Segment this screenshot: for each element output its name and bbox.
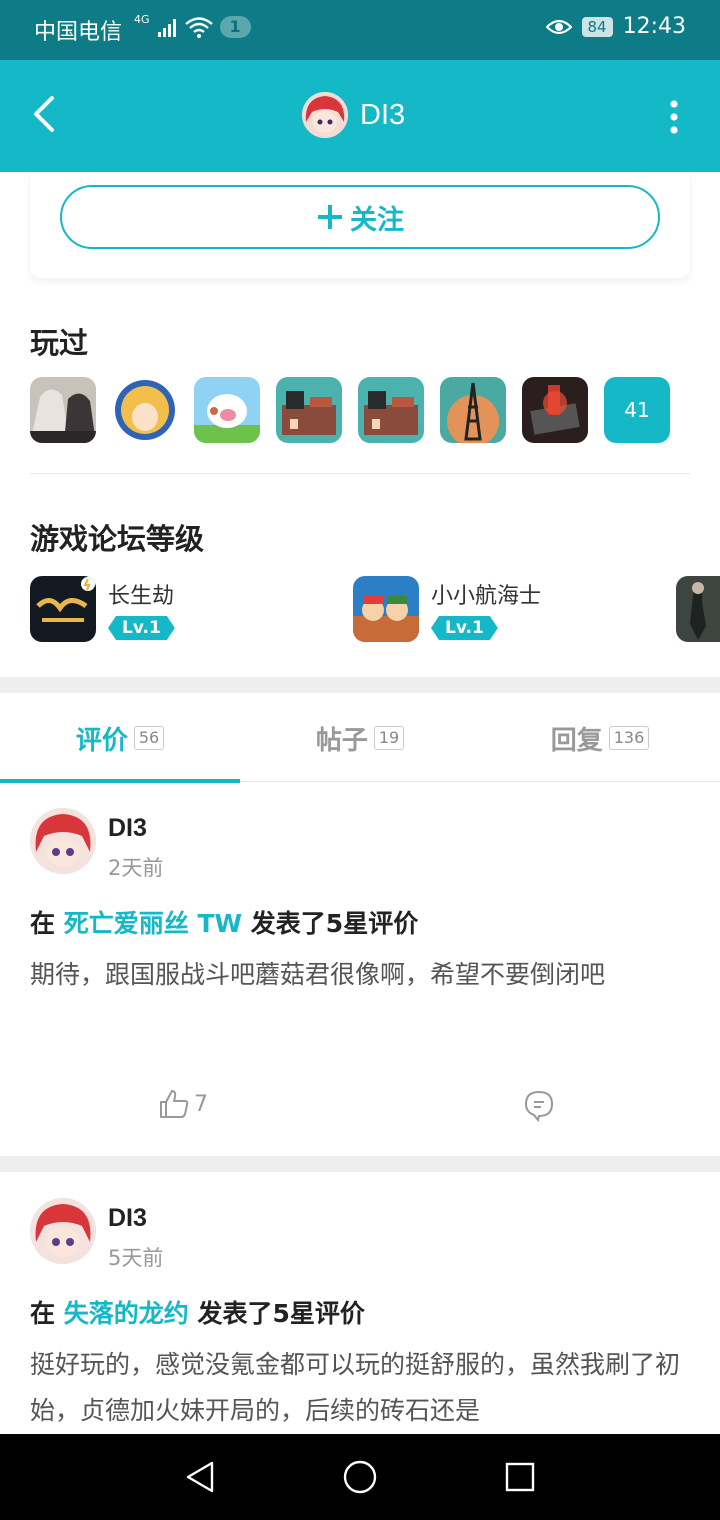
clock-label: 12:43 xyxy=(622,14,686,39)
system-nav-bar xyxy=(0,1434,720,1520)
review-post[interactable]: DI3 5天前 在 失落的龙约 发表了5星评价 挺好玩的，感觉没氪金都可以玩的挺… xyxy=(0,1172,720,1434)
status-icons: 4G 1 xyxy=(134,12,251,39)
thumbs-up-icon xyxy=(160,1090,189,1118)
forum-level-title: 游戏论坛等级 xyxy=(30,522,205,556)
played-title: 玩过 xyxy=(30,326,89,360)
forum-item-info: 小小航海士 Lv.1 xyxy=(431,576,541,642)
plus-icon xyxy=(318,205,342,229)
battery-indicator: 84 xyxy=(581,16,613,37)
tab-posts[interactable]: 帖子 19 xyxy=(240,694,480,782)
post-game-link[interactable]: 死亡爱丽丝 TW xyxy=(64,909,242,938)
post-body[interactable]: 挺好玩的，感觉没氪金都可以玩的挺舒服的，虽然我刷了初始，贞德加火妹开局的，后续的… xyxy=(30,1342,680,1434)
status-bar: 中国电信 4G 1 84 12:43 xyxy=(0,0,720,60)
forum-item-info: 长生劫 Lv.1 xyxy=(108,576,175,642)
follow-label: 关注 xyxy=(350,204,404,236)
tab-count: 136 xyxy=(608,726,650,750)
game-icon-3[interactable] xyxy=(194,377,260,443)
post-game-link[interactable]: 失落的龙约 xyxy=(64,1299,189,1328)
game-icon-1[interactable] xyxy=(30,377,96,443)
review-post[interactable]: DI3 2天前 在 死亡爱丽丝 TW 发表了5星评价 期待，跟国服战斗吧蘑菇君很… xyxy=(0,782,720,1156)
tab-reviews[interactable]: 评价 56 xyxy=(0,694,240,783)
forum-item[interactable]: 长生劫 Lv.1 xyxy=(30,576,175,642)
level-badge: Lv.1 xyxy=(108,616,175,640)
post-suffix: 发表了5星评价 xyxy=(250,909,419,938)
section-gap xyxy=(0,1156,720,1172)
tab-label: 帖子 xyxy=(315,725,368,756)
network-type-label: 4G xyxy=(134,12,150,26)
profile-tabs: 评价 56 帖子 19 回复 136 xyxy=(0,694,720,783)
carrier-label: 中国电信 xyxy=(34,20,123,45)
section-gap xyxy=(0,677,720,693)
nav-recent-apps-icon[interactable] xyxy=(505,1462,535,1492)
post-headline: 在 死亡爱丽丝 TW 发表了5星评价 xyxy=(30,904,418,940)
like-count: 7 xyxy=(194,1091,208,1117)
post-author[interactable]: DI3 xyxy=(108,1204,147,1233)
like-button[interactable]: 7 xyxy=(158,1088,208,1120)
forum-game-icon xyxy=(353,576,419,642)
game-icon-6[interactable] xyxy=(440,377,506,443)
eye-icon xyxy=(545,19,572,34)
forum-game-icon xyxy=(30,576,96,642)
status-right: 84 12:43 xyxy=(545,14,686,39)
game-icon-4[interactable] xyxy=(276,377,342,443)
chevron-left-icon[interactable] xyxy=(28,94,60,134)
header-username: DI3 xyxy=(360,98,406,131)
avatar[interactable] xyxy=(302,92,348,138)
tab-label: 回复 xyxy=(550,725,603,756)
avatar[interactable] xyxy=(30,808,96,874)
comment-icon[interactable] xyxy=(524,1090,554,1122)
more-games-button[interactable]: 41 xyxy=(604,377,670,443)
tab-label: 评价 xyxy=(75,725,128,756)
played-games-list: 41 xyxy=(30,377,670,443)
post-headline: 在 失落的龙约 发表了5星评价 xyxy=(30,1294,365,1330)
post-time: 2天前 xyxy=(108,856,164,880)
section-divider xyxy=(30,473,690,474)
signal-icon xyxy=(157,19,176,37)
post-suffix: 发表了5星评价 xyxy=(197,1299,365,1328)
follow-card: 关注 xyxy=(30,172,690,278)
forum-game-name: 小小航海士 xyxy=(431,584,542,609)
notification-badge: 1 xyxy=(219,16,251,38)
tab-count: 19 xyxy=(373,726,405,750)
more-vertical-icon[interactable] xyxy=(668,100,680,134)
level-badge: Lv.1 xyxy=(431,616,498,640)
header-user: DI3 xyxy=(302,92,405,138)
post-prefix: 在 xyxy=(30,909,56,938)
post-body[interactable]: 期待，跟国服战斗吧蘑菇君很像啊，希望不要倒闭吧 xyxy=(30,952,680,998)
post-author[interactable]: DI3 xyxy=(108,814,147,843)
tab-replies[interactable]: 回复 136 xyxy=(480,694,720,782)
forum-game-icon-partial[interactable] xyxy=(676,576,720,642)
nav-home-icon[interactable] xyxy=(343,1460,377,1494)
wifi-icon xyxy=(184,17,213,38)
game-icon-5[interactable] xyxy=(358,377,424,443)
profile-header: DI3 xyxy=(0,60,720,172)
forum-item[interactable]: 小小航海士 Lv.1 xyxy=(353,576,541,642)
post-time: 5天前 xyxy=(108,1246,164,1270)
game-icon-7[interactable] xyxy=(522,377,588,443)
avatar[interactable] xyxy=(30,1198,96,1264)
post-prefix: 在 xyxy=(30,1299,56,1328)
game-icon-2[interactable] xyxy=(112,377,178,443)
follow-button[interactable]: 关注 xyxy=(60,185,660,249)
nav-back-icon[interactable] xyxy=(184,1460,216,1494)
forum-game-name: 长生劫 xyxy=(108,584,175,609)
tab-count: 56 xyxy=(133,726,165,750)
